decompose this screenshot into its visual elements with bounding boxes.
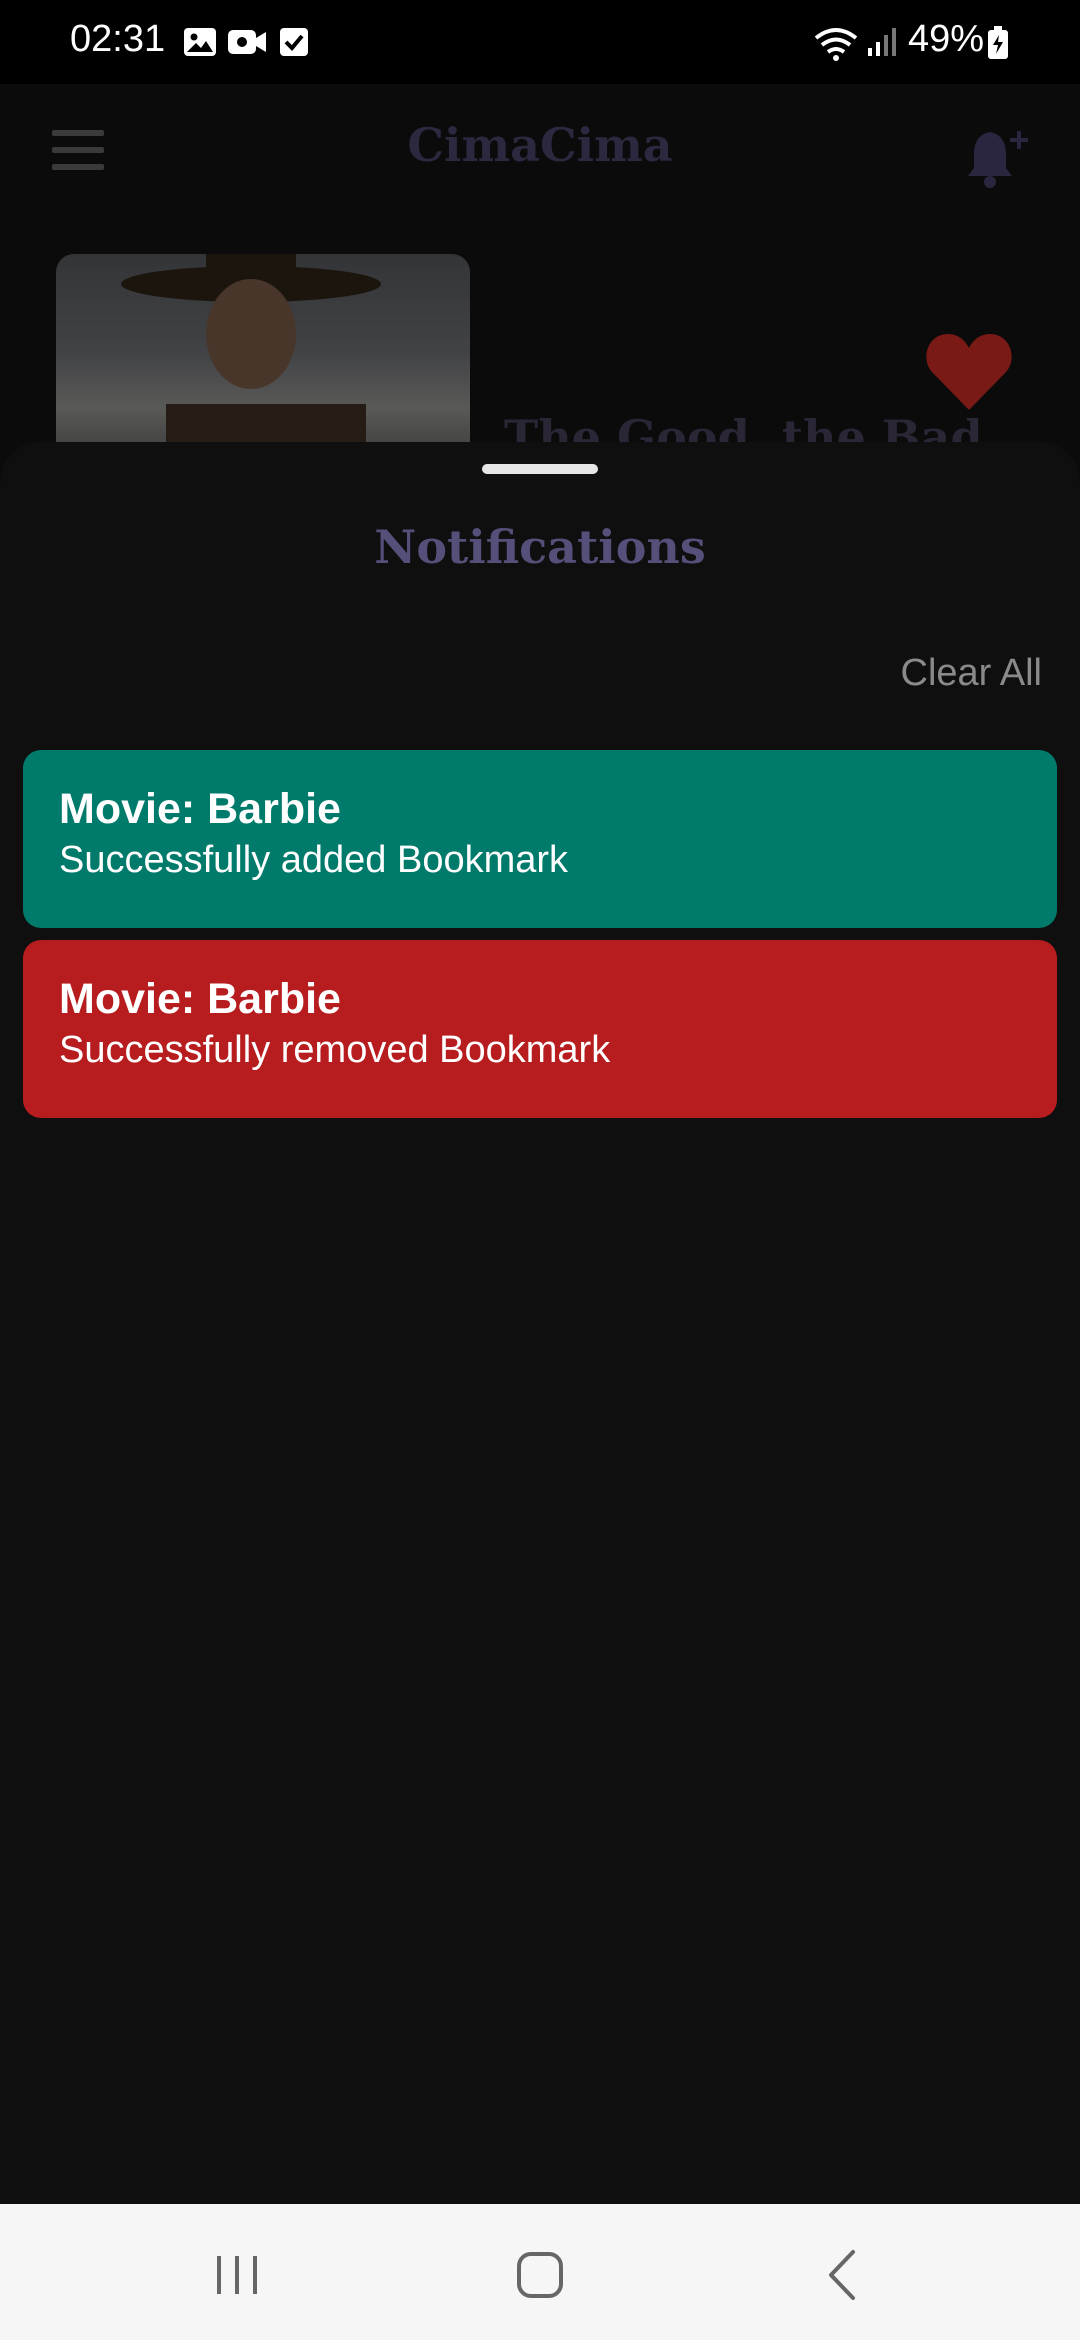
notification-title: Movie: Barbie (59, 785, 341, 833)
video-icon (228, 30, 266, 54)
battery-percentage: 49% (908, 18, 985, 60)
status-time: 02:31 (70, 18, 166, 60)
notification-card[interactable]: Movie: Barbie Successfully removed Bookm… (23, 940, 1057, 1118)
movie-poster[interactable] (56, 254, 470, 474)
notification-title: Movie: Barbie (59, 975, 341, 1023)
signal-icon (868, 28, 896, 56)
notification-card[interactable]: Movie: Barbie Successfully added Bookmar… (23, 750, 1057, 928)
navigation-bar (0, 2204, 1080, 2340)
status-bar: 02:31 49% (0, 0, 1080, 84)
home-icon[interactable] (494, 2234, 584, 2314)
recents-icon[interactable] (192, 2234, 282, 2314)
sheet-title: Notifications (374, 520, 706, 574)
battery-icon (988, 26, 1008, 59)
gallery-icon (184, 28, 216, 56)
sheet-drag-handle[interactable] (482, 464, 598, 474)
clear-all-button[interactable]: Clear All (901, 652, 1043, 695)
notifications-sheet: Notifications Clear All Movie: Barbie Su… (0, 442, 1080, 2204)
heart-icon[interactable] (924, 330, 1014, 414)
bell-plus-icon[interactable] (960, 124, 1030, 194)
checkbox-icon (280, 28, 308, 56)
notification-message: Successfully added Bookmark (59, 839, 569, 881)
notification-message: Successfully removed Bookmark (59, 1029, 611, 1071)
app-title: CimaCima (407, 118, 673, 172)
wifi-icon (814, 28, 858, 61)
back-icon[interactable] (798, 2234, 888, 2314)
